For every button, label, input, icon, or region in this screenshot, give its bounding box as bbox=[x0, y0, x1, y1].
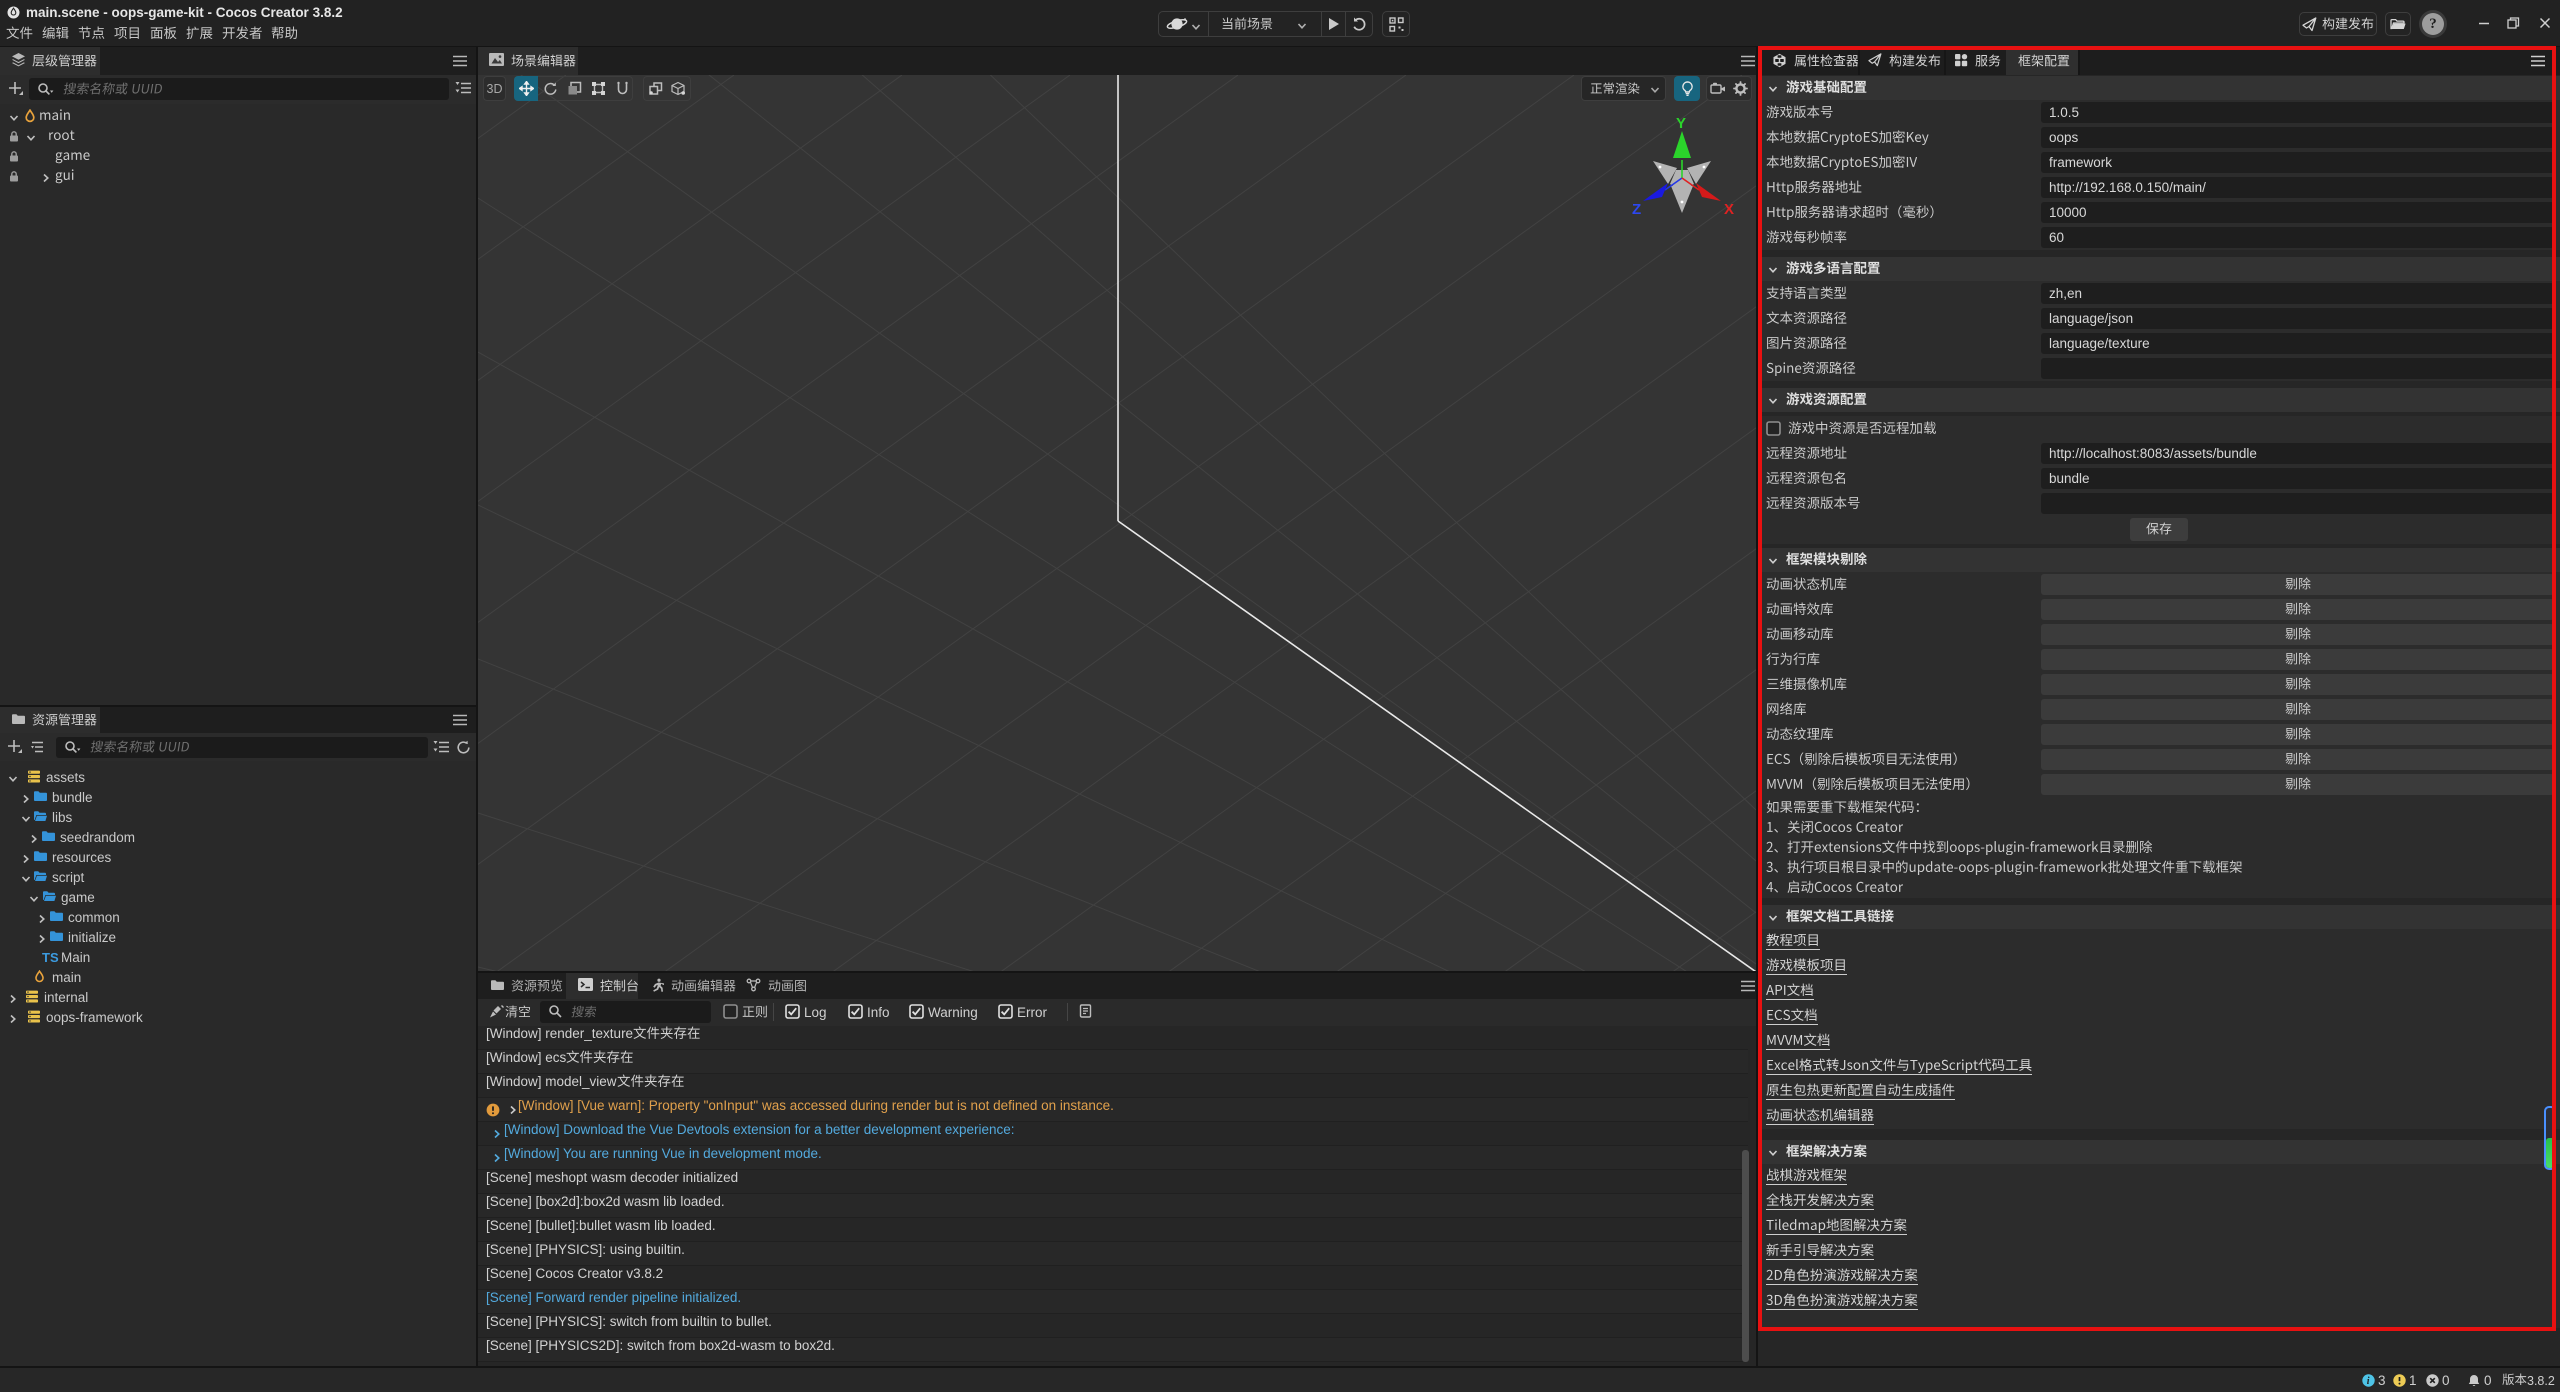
svg-text:Z: Z bbox=[1632, 201, 1641, 218]
svg-text:X: X bbox=[1724, 201, 1734, 218]
svg-text:Y: Y bbox=[1676, 115, 1686, 132]
svg-text:i: i bbox=[2367, 1376, 2370, 1387]
